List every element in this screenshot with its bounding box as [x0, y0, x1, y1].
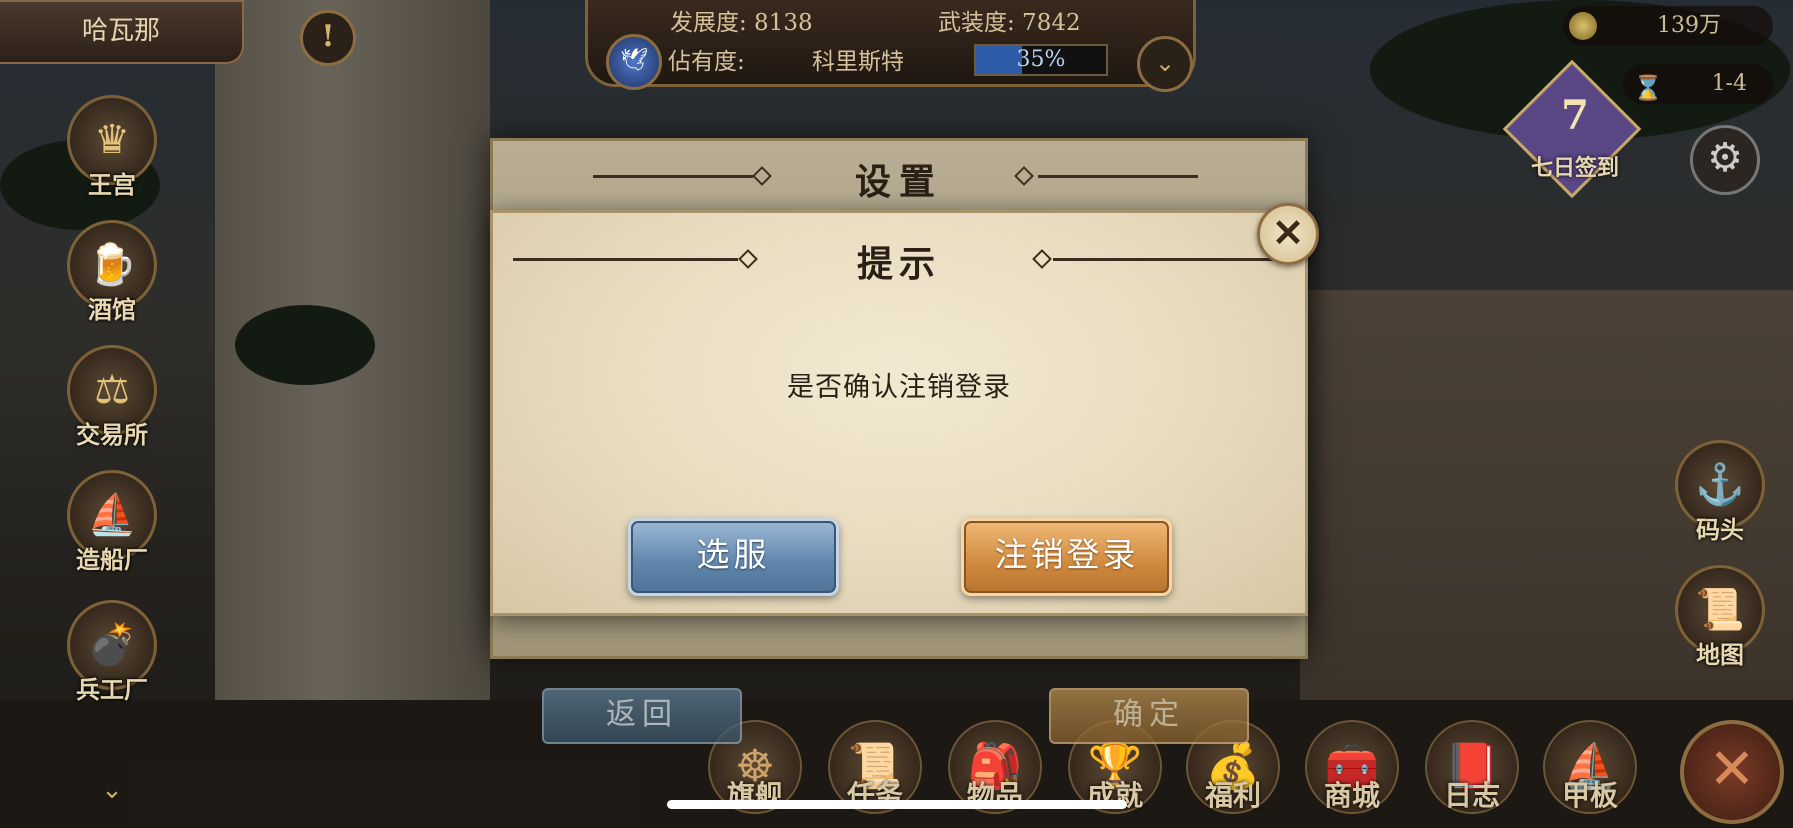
expand-chevron-icon[interactable]: ⌄ [1137, 36, 1193, 92]
dialog-message: 是否确认注销登录 [787, 372, 1011, 403]
occupancy-percent: 35% [1016, 47, 1066, 72]
nav-label: 甲板 [1561, 779, 1618, 812]
side-item-palace[interactable]: ♛ 王宫 [57, 95, 167, 200]
hourglass-icon: ⌛ [1633, 74, 1663, 102]
title-decoration [593, 175, 753, 178]
side-item-arsenal[interactable]: 💣 兵工厂 [57, 600, 167, 705]
nav-label: 商城 [1323, 779, 1380, 812]
nav-label: 福利 [1204, 779, 1261, 812]
select-server-button[interactable]: 选服 [628, 518, 839, 596]
gold-amount: 139万 [1657, 13, 1721, 38]
logout-button[interactable]: 注销登录 [961, 518, 1172, 596]
title-decoration [1038, 175, 1198, 178]
side-item-label: 交易所 [76, 420, 148, 449]
side-item-label: 地图 [1696, 640, 1744, 669]
side-item-label: 造船厂 [76, 545, 148, 574]
side-item-shipyard[interactable]: ⛵ 造船厂 [57, 470, 167, 575]
close-icon[interactable]: ✕ [1257, 203, 1319, 265]
collapse-chevron-icon[interactable]: ⌄ [92, 775, 132, 805]
logout-confirm-dialog: 提示 是否确认注销登录 [490, 210, 1308, 616]
home-indicator[interactable] [667, 800, 1127, 809]
gold-resource: 139万 [1563, 6, 1773, 46]
side-item-dock[interactable]: ⚓ 码头 [1665, 440, 1775, 545]
occupancy-label: 佔有度: [668, 49, 745, 75]
occupancy-progress-bar: 35% [974, 44, 1108, 76]
side-item-exchange[interactable]: ⚖ 交易所 [57, 345, 167, 450]
coin-icon [1569, 12, 1597, 40]
nav-log[interactable]: 📕 日志 [1422, 720, 1522, 814]
armament-stat: 武装度: 7842 [938, 10, 1081, 36]
back-button[interactable]: 返回 [542, 688, 742, 744]
title-decoration [513, 258, 738, 261]
time-resource: ⌛ 1-4 [1623, 64, 1773, 104]
nav-shop[interactable]: 🧰 商城 [1302, 720, 1402, 814]
side-item-label: 码头 [1696, 515, 1744, 544]
confirm-button[interactable]: 确定 [1049, 688, 1249, 744]
settings-title: 设置 [854, 161, 943, 203]
side-item-tavern[interactable]: 🍺 酒馆 [57, 220, 167, 325]
nav-deck[interactable]: ⛵ 甲板 [1540, 720, 1640, 814]
close-menu-icon[interactable]: ✕ [1680, 720, 1784, 824]
side-item-label: 兵工厂 [76, 675, 148, 704]
occupancy-city: 科里斯特 [812, 49, 904, 75]
gear-icon[interactable]: ⚙ [1690, 125, 1760, 195]
side-item-label: 王宫 [88, 170, 136, 199]
nav-label: 日志 [1443, 779, 1500, 812]
dialog-title: 提示 [856, 243, 941, 285]
side-item-map[interactable]: 📜 地图 [1665, 565, 1775, 670]
signin-day-number: 7 [1561, 92, 1589, 139]
alert-icon[interactable]: ! [300, 10, 356, 66]
dove-emblem-icon: 🕊 [606, 34, 662, 90]
signin-label: 七日签到 [1530, 155, 1619, 181]
city-name-tab[interactable]: 哈瓦那 [0, 0, 244, 64]
side-item-label: 酒馆 [88, 295, 136, 324]
time-value: 1-4 [1711, 71, 1747, 96]
development-stat: 发展度: 8138 [670, 10, 813, 36]
title-decoration [1053, 258, 1283, 261]
